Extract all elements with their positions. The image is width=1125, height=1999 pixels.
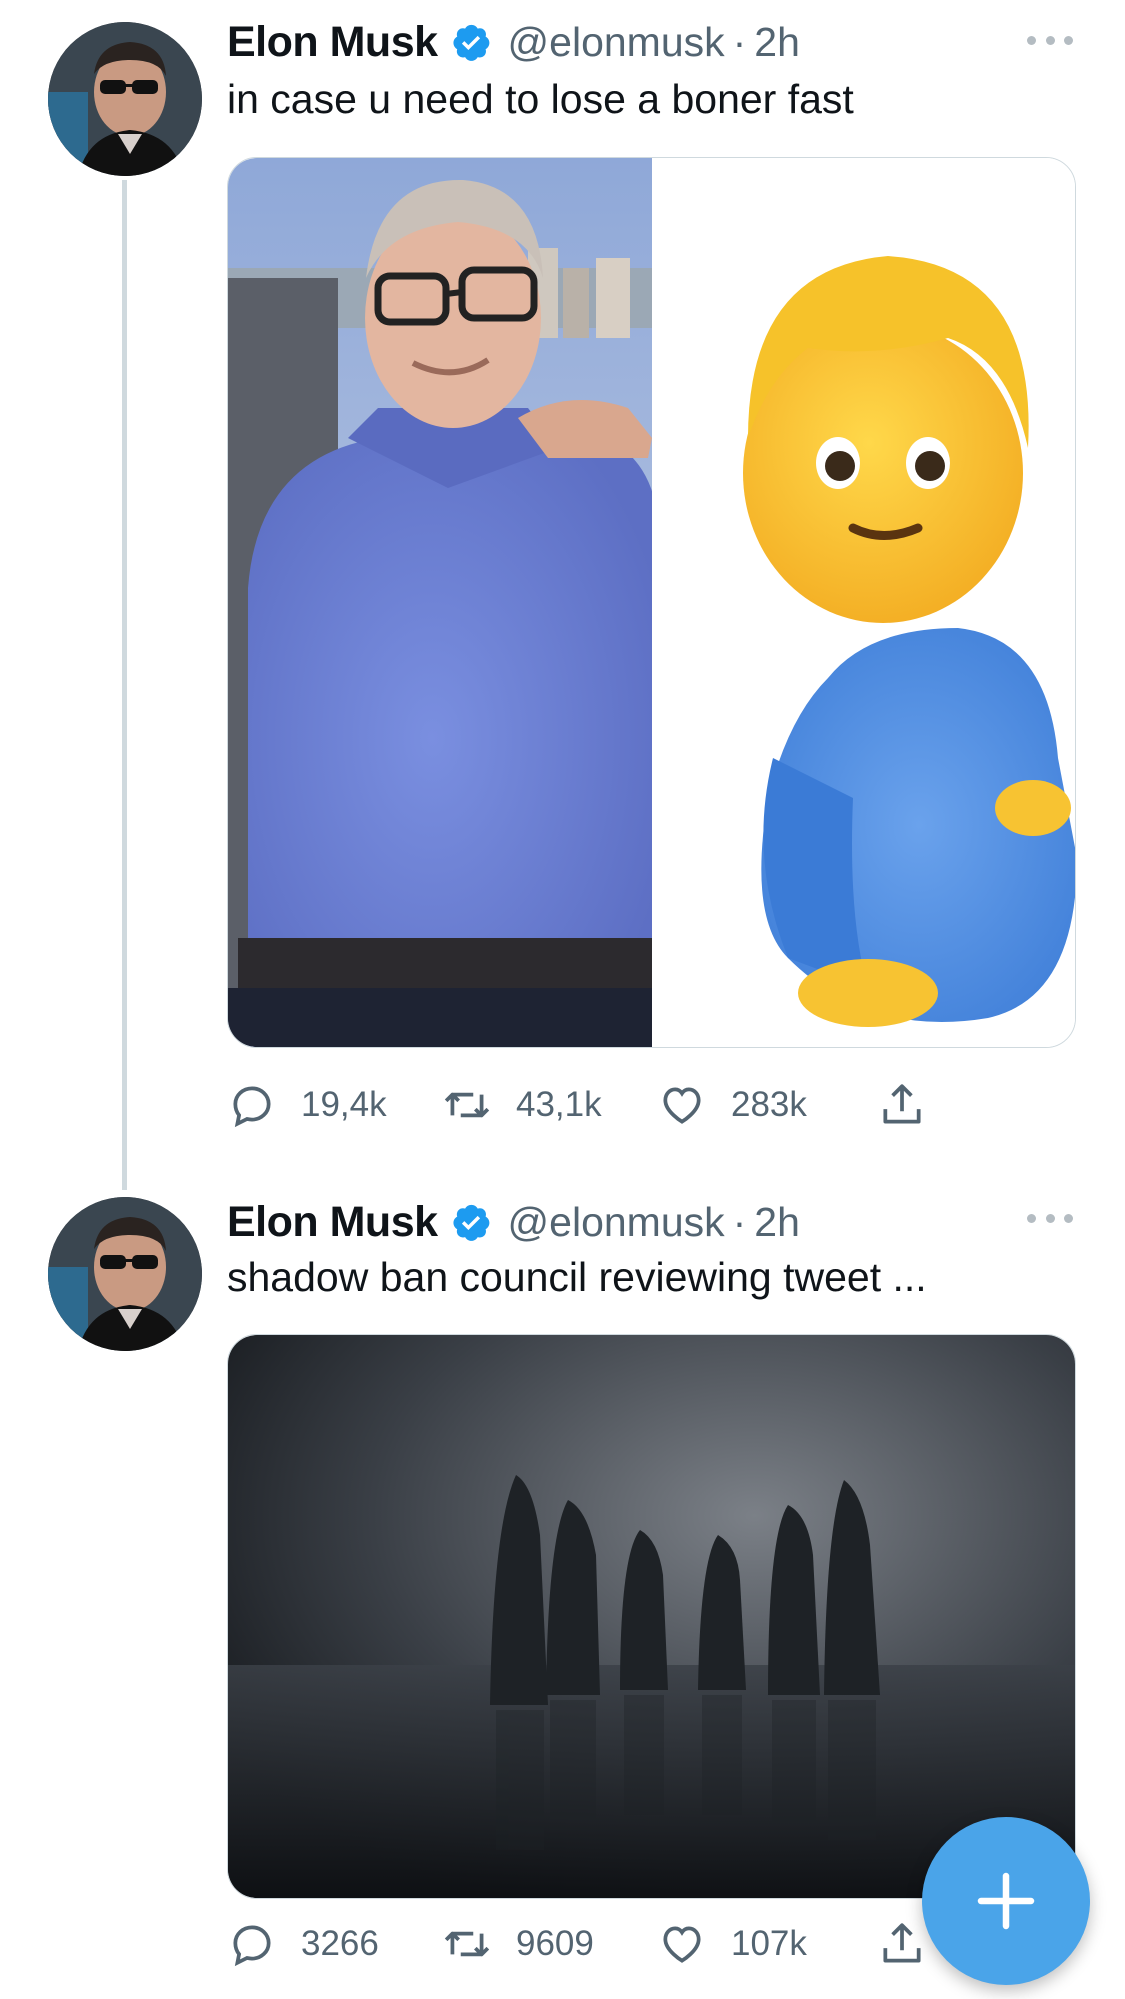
tweet-actions: 19,4k 43,1k 283k — [227, 1077, 987, 1133]
reply-icon — [233, 1925, 271, 1967]
like-button[interactable]: 283k — [657, 1077, 807, 1133]
heart-icon — [663, 1926, 701, 1963]
avatar[interactable] — [48, 22, 202, 176]
retweet-button[interactable]: 9609 — [442, 1916, 594, 1972]
author-handle[interactable]: @elonmusk — [508, 1199, 725, 1246]
tweet-media[interactable] — [227, 1334, 1076, 1899]
like-count: 283k — [731, 1085, 807, 1124]
author-name[interactable]: Elon Musk — [227, 1198, 438, 1247]
tweet-text: in case u need to lose a boner fast — [227, 76, 854, 122]
side-by-side-photo-icon — [228, 158, 1075, 1047]
reply-button[interactable]: 19,4k — [227, 1077, 387, 1133]
retweet-button[interactable]: 43,1k — [442, 1077, 602, 1133]
tweet-header: Elon Musk @elonmusk · 2h — [227, 14, 800, 70]
author-handle[interactable]: @elonmusk — [508, 19, 725, 66]
retweet-icon — [444, 1092, 490, 1118]
timestamp[interactable]: 2h — [754, 1199, 800, 1246]
like-button[interactable]: 107k — [657, 1916, 807, 1972]
hooded-statues-photo-icon — [228, 1335, 1075, 1898]
share-button[interactable] — [877, 1916, 927, 1972]
tweet-text: shadow ban council reviewing tweet ... — [227, 1254, 927, 1300]
tweet[interactable]: Elon Musk @elonmusk · 2h in case u need … — [0, 0, 1125, 1180]
tweet-header: Elon Musk @elonmusk · 2h — [227, 1194, 800, 1250]
verified-badge-icon — [452, 24, 489, 61]
share-button[interactable] — [877, 1077, 927, 1133]
share-icon — [883, 1923, 921, 1963]
retweet-count: 9609 — [516, 1924, 594, 1963]
separator-dot: · — [732, 1198, 747, 1245]
separator-dot: · — [732, 18, 747, 65]
compose-tweet-button[interactable] — [922, 1817, 1090, 1985]
retweet-count: 43,1k — [516, 1085, 602, 1124]
like-count: 107k — [731, 1924, 807, 1963]
reply-count: 3266 — [301, 1924, 379, 1963]
retweet-icon — [444, 1931, 490, 1957]
reply-icon — [233, 1086, 271, 1128]
plus-icon — [977, 1872, 1035, 1930]
share-icon — [883, 1084, 921, 1124]
more-options-icon[interactable] — [1027, 1208, 1073, 1228]
reply-count: 19,4k — [301, 1085, 387, 1124]
more-options-icon[interactable] — [1027, 30, 1073, 50]
verified-badge-icon — [452, 1204, 489, 1241]
tweet-media[interactable] — [227, 157, 1076, 1048]
heart-icon — [663, 1087, 701, 1124]
tweet-actions: 3266 9609 107k — [227, 1916, 987, 1972]
avatar[interactable] — [48, 1197, 202, 1351]
author-name[interactable]: Elon Musk — [227, 18, 438, 67]
reply-button[interactable]: 3266 — [227, 1916, 379, 1972]
timestamp[interactable]: 2h — [754, 19, 800, 66]
